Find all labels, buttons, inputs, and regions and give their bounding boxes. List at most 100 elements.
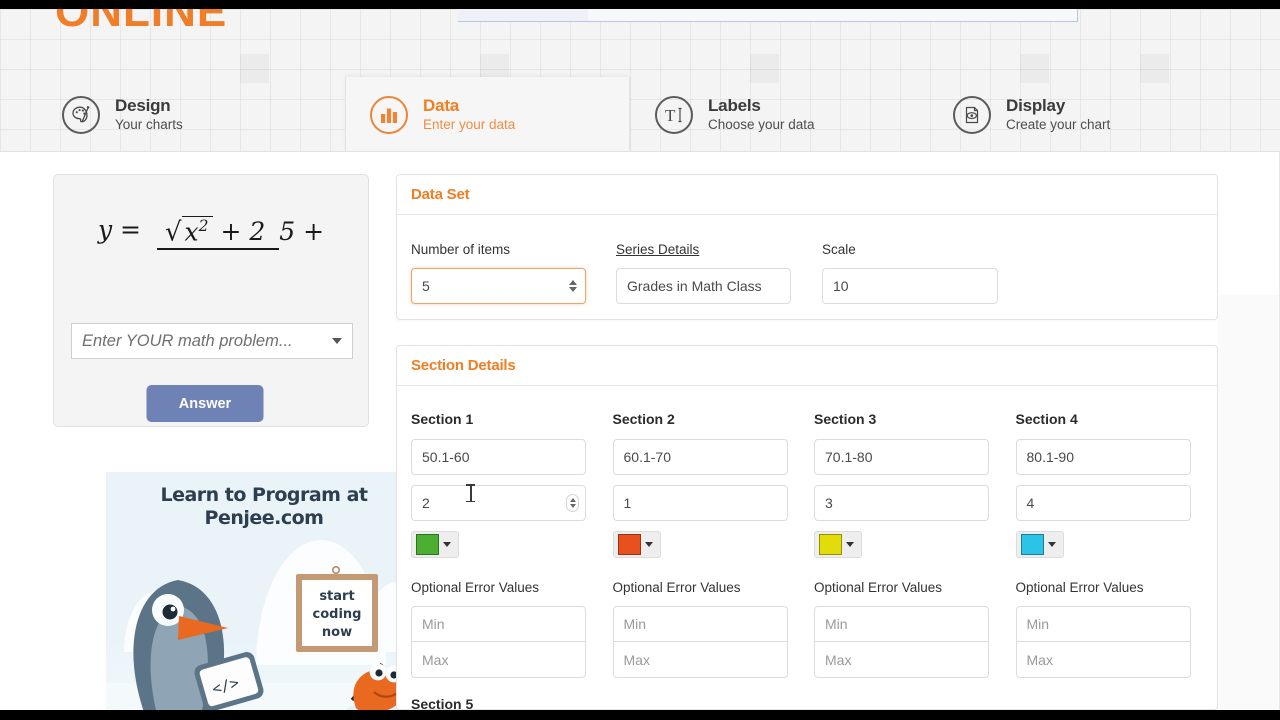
section-4-error-max-input[interactable]: Max [1015,642,1191,678]
section-1-error-min-placeholder: Min [422,616,445,632]
error-column-4: Optional Error Values Min Max [1015,580,1218,678]
formula-fraction: √ x2 + 2 5 + [156,215,325,251]
ad-easel-sign: start coding now [296,566,407,710]
formula-exponent: 2 [198,216,209,235]
section-2-title: Section 2 [612,411,675,427]
stepper-down-icon[interactable] [569,504,576,508]
data-set-panel: Data Set Number of items 5 Series Detail… [396,174,1218,320]
section-3-error-min-input[interactable]: Min [814,606,989,642]
data-set-fields-row: Number of items 5 Series Details Grades … [397,215,1217,304]
penjee-ad-banner[interactable]: Learn to Program at Penjee.com </> start… [106,472,422,710]
section-3-range-value: 70.1-80 [825,449,873,465]
right-margin-area [1218,295,1280,710]
section-2-value-input[interactable]: 1 [612,485,788,521]
number-of-items-stepper[interactable] [569,280,577,292]
section-1-color-picker[interactable] [411,531,459,558]
scale-input[interactable]: 10 [822,268,998,304]
ad-sign-line3: now [322,625,352,640]
section-3-color-picker[interactable] [814,531,862,558]
section-1-range-value: 50.1-60 [422,449,470,465]
section-2-color-picker[interactable] [612,531,661,558]
section-1-error-max-input[interactable]: Max [411,642,586,678]
site-logo[interactable]: ONLINE [55,9,227,37]
ad-sign-line1: start [319,589,354,604]
section-details-panel: Section Details Section 1 50.1-60 2 Sect… [396,345,1218,710]
series-details-label[interactable]: Series Details [616,242,822,257]
tab-data[interactable]: Data Enter your data [345,77,630,152]
section-3-value: 3 [825,495,833,511]
tab-labels-subtitle: Choose your data [708,116,815,132]
section-4-error-max-placeholder: Max [1026,651,1053,668]
tab-data-title: Data [423,96,460,116]
section-1-error-max-placeholder: Max [422,651,449,668]
palette-icon [62,95,100,134]
formula-lhs: y [97,215,113,244]
tab-labels-title: Labels [708,96,761,116]
svg-text:T: T [665,106,676,125]
section-2-error-label: Optional Error Values [612,580,741,595]
number-of-items-input[interactable]: 5 [411,268,586,304]
radical-sign-icon: √ x2 [163,215,213,247]
section-2-color-swatch [617,534,641,555]
ad-sign-line2: coding [313,607,362,622]
section-3-error-min-placeholder: Min [825,616,848,632]
section-1-stepper[interactable] [566,494,579,512]
section-3-color-swatch [819,534,842,555]
section-2-error-max-input[interactable]: Max [612,642,788,678]
section-3-title: Section 3 [814,411,877,427]
section-1-color-swatch [416,534,439,555]
tab-display[interactable]: Display Create your chart [930,77,1260,152]
section-4-error-min-input[interactable]: Min [1015,606,1191,642]
section-4-color-picker[interactable] [1015,531,1064,558]
section-1-value: 2 [422,495,430,511]
bar-chart-icon [370,95,408,134]
left-sidebar: y = √ x2 + 2 5 + Enter YOUR math problem.… [53,174,422,710]
data-set-panel-header: Data Set [397,175,1217,215]
answer-button[interactable]: Answer [146,385,264,422]
chevron-down-icon[interactable] [443,542,451,547]
section-column-2: Section 2 60.1-70 1 [612,411,815,558]
chevron-down-icon[interactable] [332,338,342,344]
scale-field: Scale 10 [822,242,1022,304]
section-1-value-input[interactable]: 2 [411,485,586,521]
section-1-error-min-input[interactable]: Min [411,606,586,642]
section-3-range-input[interactable]: 70.1-80 [814,439,989,475]
section-4-value: 4 [1026,495,1035,511]
section-details-title: Section Details [411,357,516,374]
chevron-down-icon[interactable] [644,542,653,547]
data-set-title: Data Set [411,186,470,203]
ad-headline: Learn to Program at Penjee.com [106,484,422,530]
letterbox-top-bar [0,0,1280,9]
section-4-title: Section 4 [1015,411,1078,427]
series-details-value: Grades in Math Class [627,278,762,294]
tab-design[interactable]: Design Your charts [0,77,345,152]
section-2-error-max-placeholder: Max [623,651,650,668]
section-3-error-max-input[interactable]: Max [814,642,989,678]
stepper-up-icon[interactable] [569,280,577,285]
ad-headline-line2: Penjee.com [204,507,324,530]
section-1-error-label: Optional Error Values [411,580,540,595]
formula-denominator: 5 + [279,217,325,247]
tab-display-title: Display [1006,96,1066,116]
error-values-row: Optional Error Values Min Max Optional E… [397,558,1217,678]
section-1-range-input[interactable]: 50.1-60 [411,439,586,475]
chevron-down-icon[interactable] [1047,542,1056,547]
tab-labels[interactable]: T Labels Choose your data [630,77,930,152]
section-5-title: Section 5 [411,696,474,710]
series-details-input[interactable]: Grades in Math Class [616,268,791,304]
formula-equals: = [120,215,141,244]
ad-penguin-illustration: </> [133,580,264,710]
stepper-up-icon[interactable] [569,498,576,502]
section-4-value-input[interactable]: 4 [1015,485,1191,521]
chevron-down-icon[interactable] [846,542,854,547]
section-2-range-input[interactable]: 60.1-70 [612,439,788,475]
section-3-value-input[interactable]: 3 [814,485,989,521]
section-4-range-input[interactable]: 80.1-90 [1015,439,1191,475]
scale-value: 10 [833,278,849,294]
formula-numerator: √ x2 + 2 [156,215,280,251]
tab-design-title: Design [115,96,171,116]
error-column-3: Optional Error Values Min Max [814,580,1016,678]
section-2-error-min-input[interactable]: Min [612,606,788,642]
math-problem-input[interactable]: Enter YOUR math problem... [71,323,353,359]
stepper-down-icon[interactable] [569,287,577,292]
